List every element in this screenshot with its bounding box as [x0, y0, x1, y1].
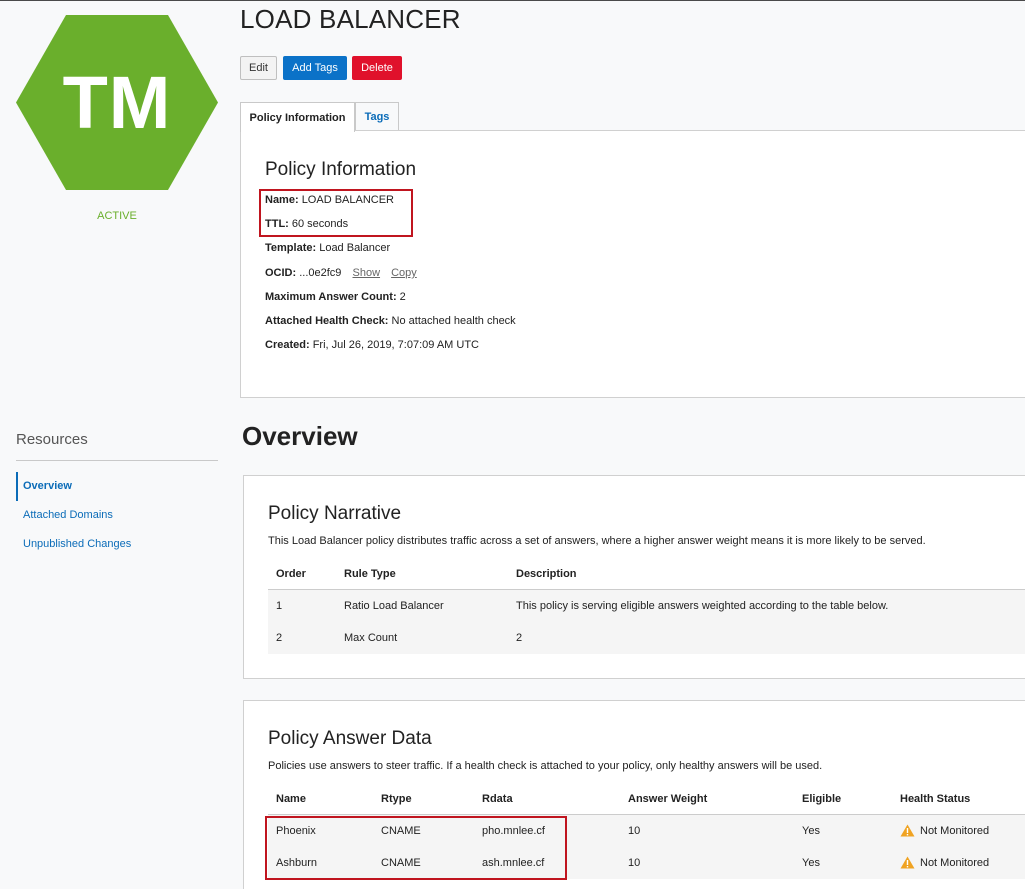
table-cell: 10	[628, 825, 641, 837]
column-header: Description	[516, 568, 577, 580]
policy-answer-data-panel: Policy Answer Data Policies use answers …	[243, 700, 1025, 889]
delete-button[interactable]: Delete	[352, 56, 402, 80]
table-cell: This policy is serving eligible answers …	[516, 600, 889, 612]
overview-title: Overview	[242, 421, 358, 451]
table-cell: Yes	[802, 857, 820, 869]
answers-table: Name Rtype Rdata Answer Weight Eligible …	[265, 783, 1025, 880]
table-cell: 1	[276, 600, 283, 612]
max-answer-count-label: Maximum Answer Count:	[265, 291, 397, 303]
max-answer-count-row: Maximum Answer Count: 2	[265, 291, 406, 303]
template-label: Template:	[265, 242, 317, 254]
table-cell: 2	[516, 632, 523, 644]
policy-answer-data-description: Policies use answers to steer traffic. I…	[268, 760, 823, 772]
created-value: Fri, Jul 26, 2019, 7:07:09 AM UTC	[312, 339, 479, 351]
column-header: Rdata	[482, 793, 513, 805]
tab-policy-information[interactable]: Policy Information	[240, 102, 355, 132]
health-check-value: No attached health check	[391, 315, 516, 327]
policy-narrative-heading: Policy Narrative	[268, 503, 402, 524]
nav-item-attached-domains[interactable]: Attached Domains	[16, 501, 218, 530]
health-status-text: Not Monitored	[920, 857, 990, 869]
health-status-cell: Not Monitored	[900, 847, 989, 879]
status-label: ACTIVE	[97, 210, 137, 222]
health-status-text: Not Monitored	[920, 825, 990, 837]
top-border	[0, 0, 1025, 1]
template-value: Load Balancer	[319, 242, 391, 254]
ocid-copy-link[interactable]: Copy	[391, 267, 417, 279]
page-title: LOAD BALANCER	[240, 4, 461, 34]
narrative-table: Order Rule Type Description 1 Ratio Load…	[268, 558, 1025, 654]
health-status-cell: Not Monitored	[900, 815, 989, 847]
column-header: Name	[276, 793, 306, 805]
highlight-box	[259, 189, 413, 237]
table-cell: Ratio Load Balancer	[344, 600, 444, 612]
divider	[16, 460, 218, 461]
table-cell: 2	[276, 632, 283, 644]
table-row: 1 Ratio Load Balancer This policy is ser…	[268, 590, 1025, 622]
policy-information-panel: Policy Information Name: LOAD BALANCER T…	[240, 130, 1025, 398]
ocid-label: OCID:	[265, 267, 297, 279]
table-cell: 10	[628, 857, 641, 869]
highlight-box	[265, 816, 567, 880]
policy-information-heading: Policy Information	[265, 159, 417, 180]
max-answer-count-value: 2	[399, 291, 406, 303]
column-header: Rtype	[381, 793, 412, 805]
template-row: Template: Load Balancer	[265, 242, 390, 254]
column-header: Eligible	[802, 793, 842, 805]
table-row: 2 Max Count 2	[268, 622, 1025, 654]
column-header: Rule Type	[344, 568, 396, 580]
policy-narrative-panel: Policy Narrative This Load Balancer poli…	[243, 475, 1025, 679]
column-header: Order	[276, 568, 306, 580]
table-cell: Max Count	[344, 632, 398, 644]
health-check-row: Attached Health Check: No attached healt…	[265, 315, 516, 327]
resources-title: Resources	[16, 431, 88, 448]
table-header: Order Rule Type Description	[268, 558, 1025, 590]
edit-button[interactable]: Edit	[240, 56, 277, 80]
health-check-label: Attached Health Check:	[265, 315, 389, 327]
created-label: Created:	[265, 339, 310, 351]
nav-item-unpublished-changes[interactable]: Unpublished Changes	[16, 530, 218, 559]
tab-tags[interactable]: Tags	[355, 102, 399, 131]
nav-item-overview[interactable]: Overview	[16, 472, 218, 501]
column-header: Answer Weight	[628, 793, 708, 805]
column-header: Health Status	[900, 793, 971, 805]
table-cell: Yes	[802, 825, 820, 837]
policy-answer-data-heading: Policy Answer Data	[268, 728, 432, 749]
ocid-row: OCID: ...0e2fc9 Show Copy	[265, 267, 417, 279]
warning-icon	[900, 856, 915, 869]
policy-narrative-description: This Load Balancer policy distributes tr…	[268, 535, 926, 547]
resource-badge: TM	[16, 15, 218, 190]
table-header: Name Rtype Rdata Answer Weight Eligible …	[268, 783, 1025, 815]
badge-initials: TM	[62, 61, 172, 144]
ocid-value: ...0e2fc9	[299, 267, 342, 279]
resources-nav: Overview Attached Domains Unpublished Ch…	[16, 472, 218, 559]
add-tags-button[interactable]: Add Tags	[283, 56, 347, 80]
warning-icon	[900, 824, 915, 837]
ocid-show-link[interactable]: Show	[353, 267, 381, 279]
created-row: Created: Fri, Jul 26, 2019, 7:07:09 AM U…	[265, 339, 479, 351]
